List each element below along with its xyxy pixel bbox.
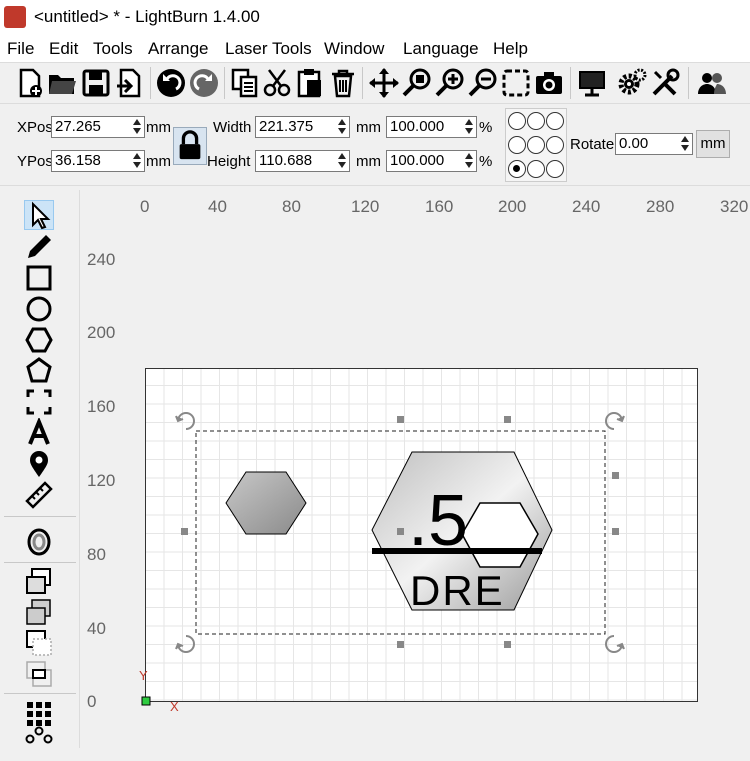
- design-text-bottom[interactable]: DRE: [410, 567, 505, 614]
- origin-marker: [141, 696, 151, 706]
- design-text-top[interactable]: .5: [408, 481, 468, 561]
- design-layer: .5 DRE Y X: [139, 412, 625, 714]
- y-axis-letter: Y: [139, 668, 148, 683]
- x-axis-letter: X: [170, 699, 179, 714]
- small-hexagon-shape[interactable]: [225, 471, 307, 535]
